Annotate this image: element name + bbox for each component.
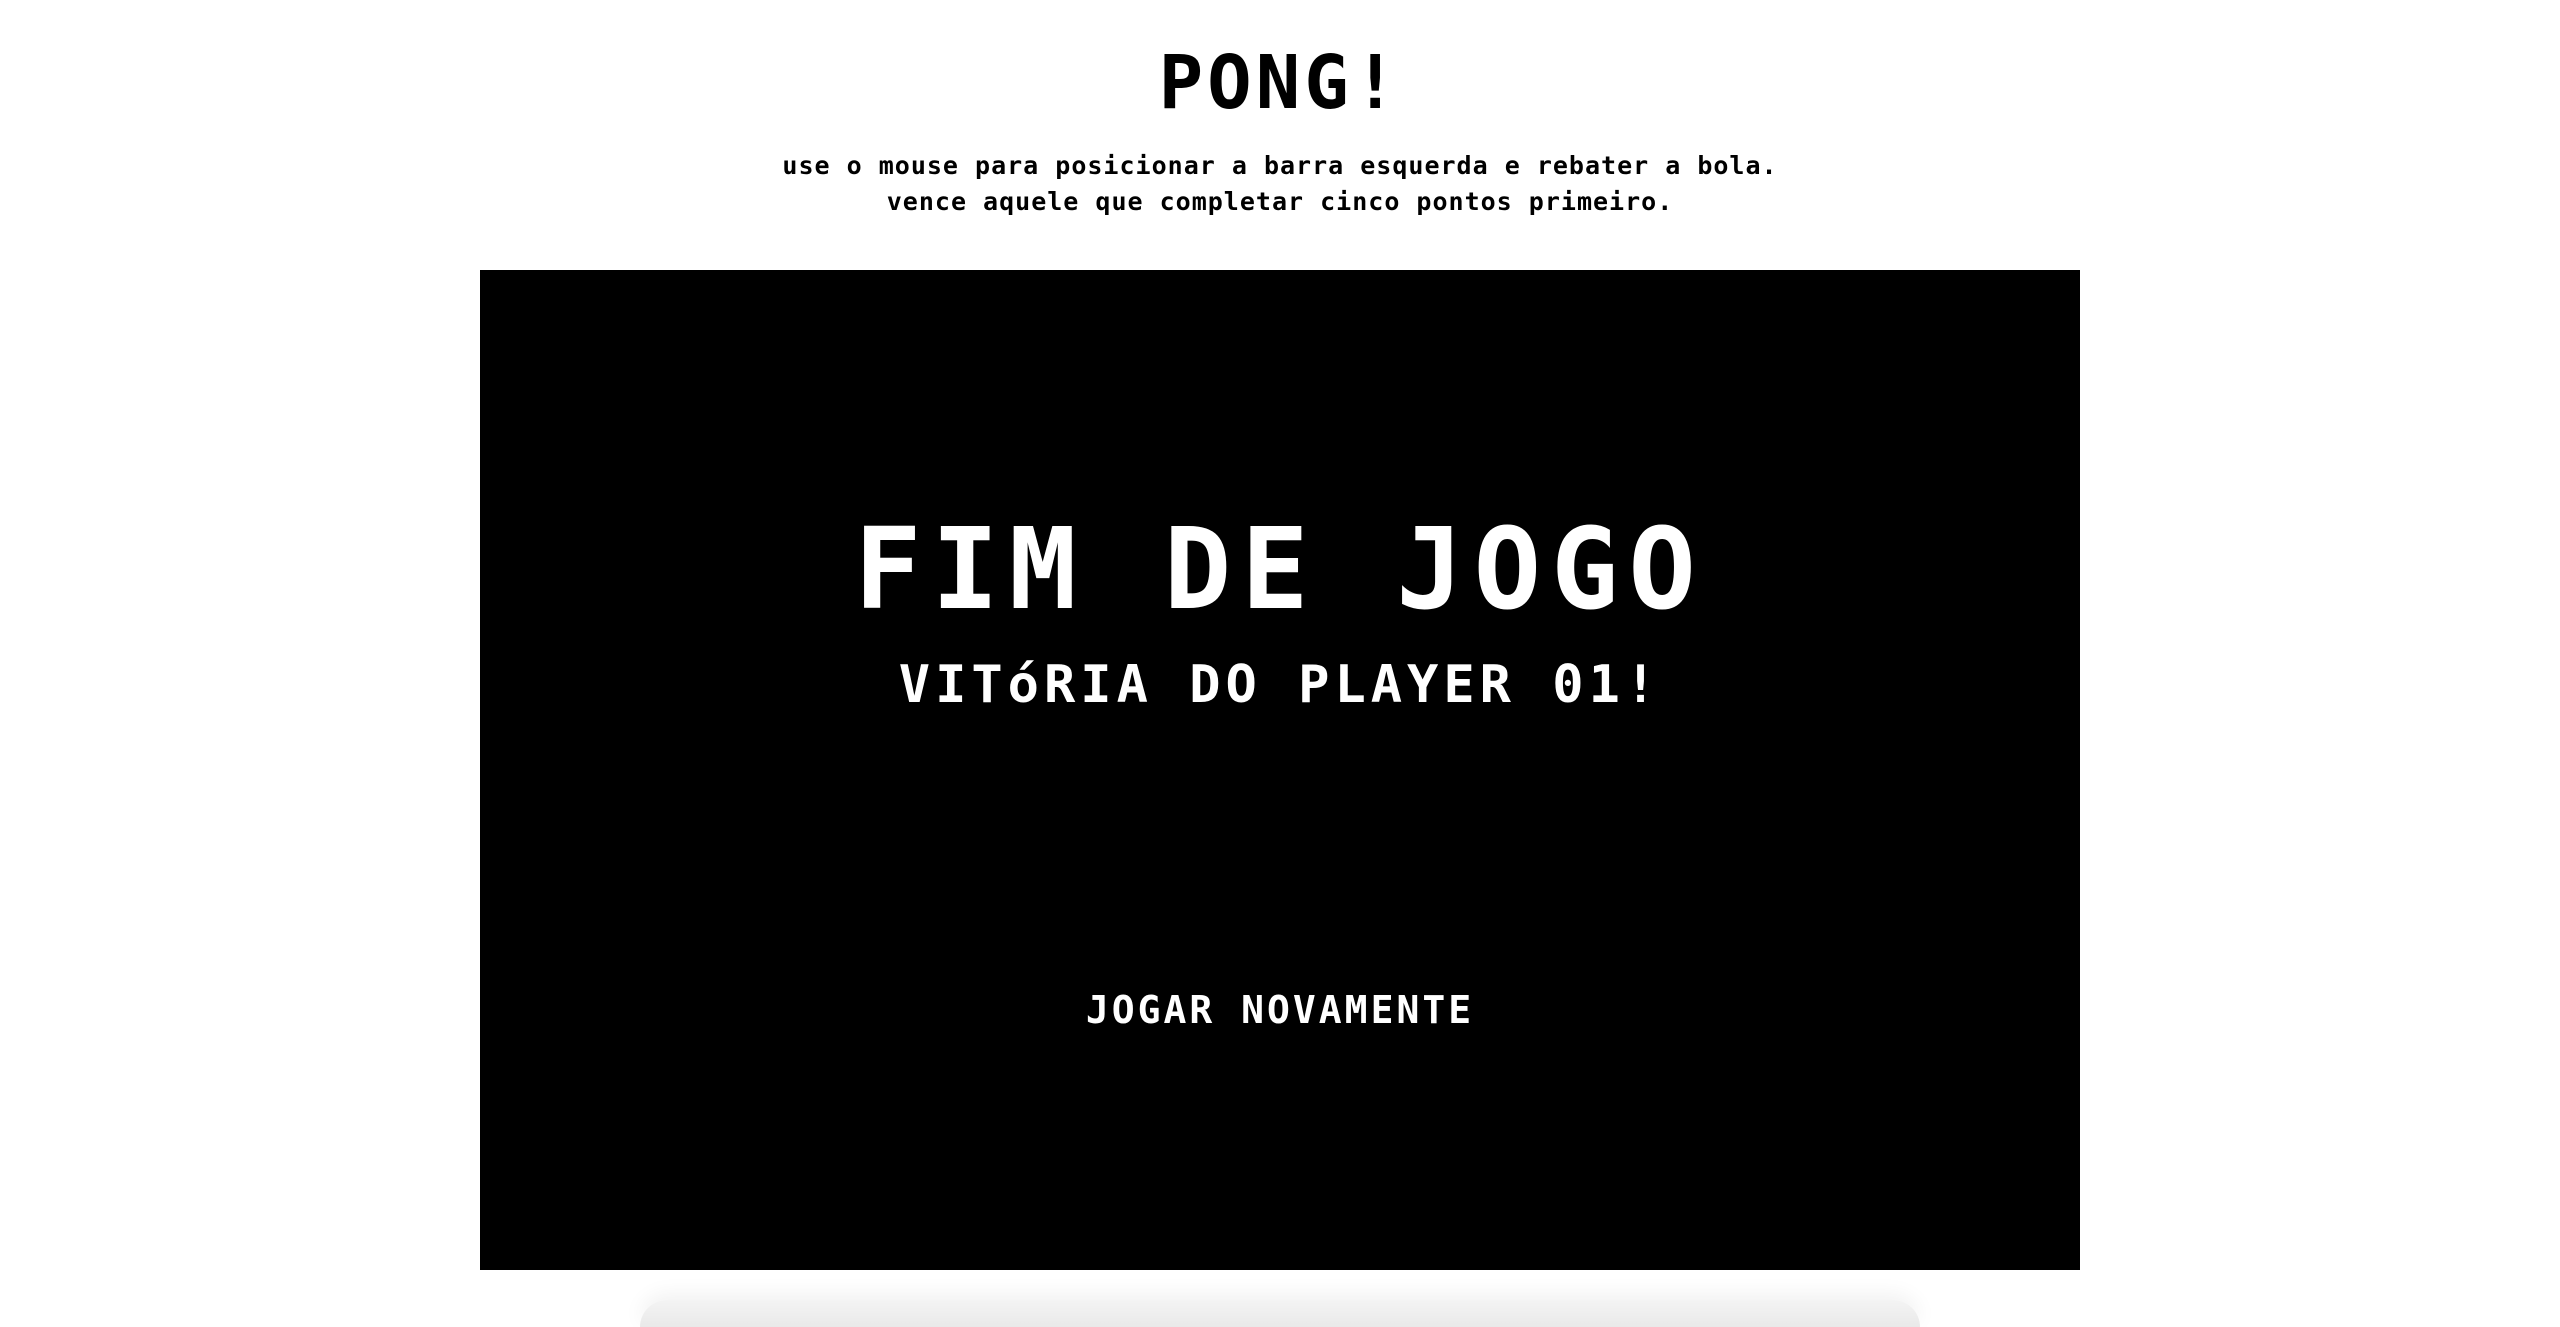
instruction-line: use o mouse para posicionar a barra esqu… — [782, 151, 1778, 180]
instructions: use o mouse para posicionar a barra esqu… — [0, 148, 2560, 220]
bottom-shadow — [640, 1300, 1920, 1327]
game-over-title: FIM DE JOGO — [854, 505, 1706, 635]
instruction-line: vence aquele que completar cinco pontos … — [886, 187, 1674, 216]
page-title: PONG! — [1158, 40, 1402, 126]
game-canvas[interactable]: FIM DE JOGO VITóRIA DO PLAYER 01! JOGAR … — [480, 270, 2080, 1270]
winner-message: VITóRIA DO PLAYER 01! — [898, 655, 1662, 715]
play-again-button[interactable]: JOGAR NOVAMENTE — [1010, 980, 1550, 1040]
